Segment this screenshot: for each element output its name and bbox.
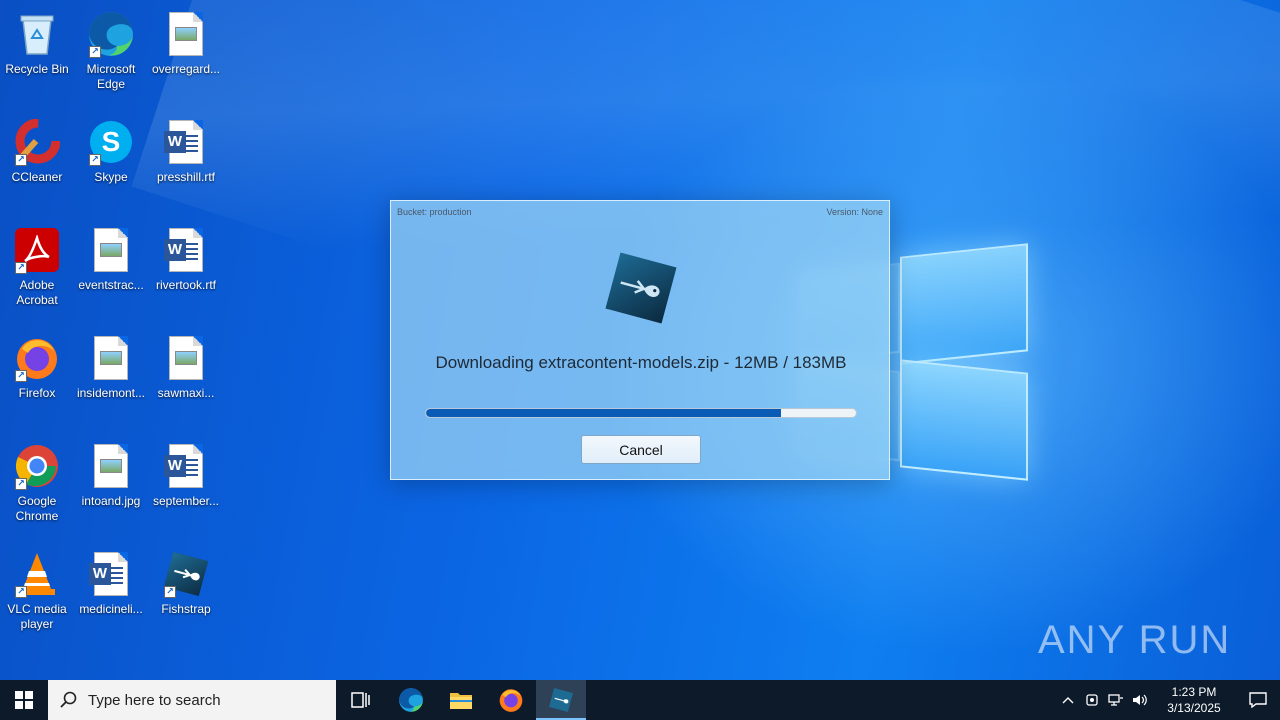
desktop-icon-label: Skype (94, 170, 128, 184)
download-dialog: Bucket: production Version: None Downloa… (390, 200, 890, 480)
recycle-bin-icon (13, 10, 61, 58)
shortcut-arrow-icon: ↗ (15, 262, 27, 274)
desktop-icon-insidemont[interactable]: insidemont... (74, 328, 148, 432)
desktop-icon-september[interactable]: W september... (149, 436, 223, 540)
firefox-icon: ↗ (13, 334, 61, 382)
image-file-icon (87, 334, 135, 382)
ccleaner-icon: ↗ (13, 118, 61, 166)
desktop-icon-label: Google Chrome (15, 494, 59, 523)
desktop-icon-label: Microsoft Edge (86, 62, 136, 91)
desktop-icon-label: Recycle Bin (5, 62, 69, 76)
taskbar-clock[interactable]: 1:23 PM 3/13/2025 (1158, 684, 1230, 716)
taskbar-firefox-button[interactable] (486, 680, 536, 720)
google-chrome-icon: ↗ (13, 442, 61, 490)
desktop-icon-label: intoand.jpg (81, 494, 141, 508)
vlc-cone-icon: ↗ (13, 550, 61, 598)
desktop-icon-label: presshill.rtf (156, 170, 215, 184)
skype-icon: S ↗ (87, 118, 135, 166)
firefox-icon (499, 689, 523, 712)
search-icon (60, 691, 77, 708)
edge-icon: ↗ (87, 10, 135, 58)
taskbar: Type here to search 1:23 PM 3/13/2025 (0, 680, 1280, 720)
fishstrap-icon (549, 688, 573, 712)
desktop-icon-label: eventstrac... (78, 278, 144, 292)
desktop-icon-sawmaxi[interactable]: sawmaxi... (149, 328, 223, 432)
desktop-icon-intoand[interactable]: intoand.jpg (74, 436, 148, 540)
shortcut-arrow-icon: ↗ (15, 478, 27, 490)
shortcut-arrow-icon: ↗ (164, 586, 176, 598)
download-status-text: Downloading extracontent-models.zip - 12… (435, 353, 847, 372)
desktop-icon-label: september... (152, 494, 220, 508)
desktop-icon-label: Firefox (18, 386, 56, 400)
desktop-icon-microsoft-edge[interactable]: ↗ Microsoft Edge (74, 4, 148, 108)
action-center-button[interactable] (1236, 680, 1280, 720)
desktop-icon-label: medicineli... (79, 602, 143, 616)
watermark-text: ANY RUN (1038, 617, 1232, 662)
desktop-icon-label: insidemont... (76, 386, 146, 400)
search-placeholder: Type here to search (88, 691, 221, 709)
folder-icon (450, 693, 472, 709)
fishstrap-logo-icon (602, 249, 680, 327)
cancel-button[interactable]: Cancel (581, 435, 701, 464)
fishstrap-icon: ↗ (162, 550, 210, 598)
desktop-icon-recycle-bin[interactable]: Recycle Bin (0, 4, 74, 108)
notification-icon (1249, 692, 1267, 708)
clock-time: 1:23 PM (1171, 685, 1217, 699)
desktop-icon-adobe-acrobat[interactable]: ↗ Adobe Acrobat (0, 220, 74, 324)
desktop-icon-medicineli[interactable]: W medicineli... (74, 544, 148, 648)
image-file-icon (87, 226, 135, 274)
desktop-icon-label: Adobe Acrobat (16, 278, 58, 307)
desktop-icon-google-chrome[interactable]: ↗ Google Chrome (0, 436, 74, 540)
desktop-icon-overregard[interactable]: overregard... (149, 4, 223, 108)
image-file-icon (162, 334, 210, 382)
desktop-icon-skype[interactable]: S ↗ Skype (74, 112, 148, 216)
anyrun-watermark: ANY RUN (1038, 610, 1238, 670)
word-document-icon: W (162, 118, 210, 166)
meet-now-icon[interactable] (1080, 680, 1104, 720)
system-tray: 1:23 PM 3/13/2025 (1056, 680, 1280, 720)
task-view-button[interactable] (336, 680, 386, 720)
taskbar-search-box[interactable]: Type here to search (48, 680, 336, 720)
show-hidden-icons-chevron-up-icon[interactable] (1056, 680, 1080, 720)
desktop-icon-fishstrap[interactable]: ↗ Fishstrap (149, 544, 223, 648)
windows-start-icon (15, 691, 33, 709)
version-label: Version: None (826, 207, 883, 217)
desktop-icon-rivertook[interactable]: W rivertook.rtf (149, 220, 223, 324)
image-file-icon (87, 442, 135, 490)
edge-icon (399, 688, 423, 712)
desktop-icon-ccleaner[interactable]: ↗ CCleaner (0, 112, 74, 216)
desktop-icon-vlc[interactable]: ↗ VLC media player (0, 544, 74, 648)
download-progress-fill (426, 409, 781, 417)
word-document-icon: W (162, 442, 210, 490)
start-button[interactable] (0, 680, 48, 720)
desktop-icon-eventstrac[interactable]: eventstrac... (74, 220, 148, 324)
network-icon[interactable] (1104, 680, 1128, 720)
taskbar-fishstrap-button[interactable] (536, 680, 586, 720)
desktop-icon-label: VLC media player (7, 602, 67, 631)
desktop-icon-label: CCleaner (11, 170, 63, 184)
shortcut-arrow-icon: ↗ (15, 154, 27, 166)
desktop-icon-presshill[interactable]: W presshill.rtf (149, 112, 223, 216)
desktop-icon-label: Fishstrap (161, 602, 211, 616)
download-progress-bar (425, 408, 857, 418)
desktop-icon-label: rivertook.rtf (155, 278, 216, 292)
task-view-icon (351, 692, 370, 708)
clock-date: 3/13/2025 (1167, 701, 1221, 715)
shortcut-arrow-icon: ↗ (15, 586, 27, 598)
image-file-icon (162, 10, 210, 58)
taskbar-edge-button[interactable] (386, 680, 436, 720)
taskbar-file-explorer-button[interactable] (436, 680, 486, 720)
volume-icon[interactable] (1128, 680, 1152, 720)
desktop-icon-label: sawmaxi... (157, 386, 215, 400)
word-document-icon: W (162, 226, 210, 274)
desktop-icon-firefox[interactable]: ↗ Firefox (0, 328, 74, 432)
adobe-acrobat-icon: ↗ (13, 226, 61, 274)
shortcut-arrow-icon: ↗ (89, 154, 101, 166)
shortcut-arrow-icon: ↗ (15, 370, 27, 382)
bucket-label: Bucket: production (397, 207, 472, 217)
shortcut-arrow-icon: ↗ (89, 46, 101, 58)
desktop-icon-label: overregard... (151, 62, 221, 76)
word-document-icon: W (87, 550, 135, 598)
